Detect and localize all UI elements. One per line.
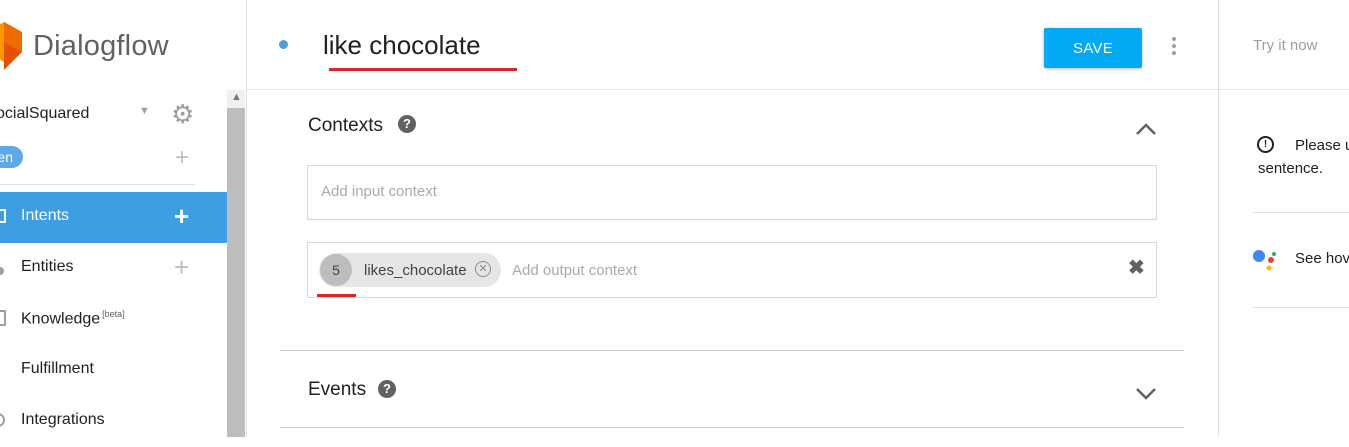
close-icon[interactable]: ✖ [1128,258,1145,278]
remove-context-icon[interactable]: ✕ [475,261,491,277]
section-divider [280,427,1184,428]
sidebar-item-label: Fulfillment [21,360,94,377]
sidebar-item-entities[interactable]: Entities + [0,243,227,294]
sidebar-item-label: Knowledge [beta] [21,309,125,328]
dialogflow-logo-icon [0,22,22,70]
scroll-up-icon[interactable]: ▲ [231,91,242,103]
save-button[interactable]: SAVE [1044,28,1142,68]
add-language-icon[interactable]: + [175,146,189,170]
input-context-field[interactable] [321,183,1021,200]
chevron-down-icon[interactable] [1135,387,1157,401]
divider [0,184,195,185]
sidebar-item-knowledge[interactable]: Knowledge [beta] [0,294,227,345]
language-badge[interactable]: en [0,146,23,168]
sidebar-item-fulfillment[interactable]: Fulfillment [0,345,227,396]
knowledge-label: Knowledge [21,310,101,328]
annotation-underline [317,294,356,297]
contexts-section-title[interactable]: Contexts [308,115,383,137]
divider [1252,212,1349,213]
context-lifespan-count[interactable]: 5 [320,254,352,286]
hint-text: Please u [1295,137,1349,154]
annotation-underline [329,68,517,71]
input-context-box [307,165,1157,220]
sidebar-item-label: Entities [21,258,74,275]
see-how-link[interactable]: See hov [1295,250,1349,267]
intents-icon [0,209,6,223]
help-circle-icon[interactable]: ? [398,115,416,133]
add-entity-icon[interactable]: + [174,254,189,280]
section-divider [280,350,1184,351]
sidebar-item-integrations[interactable]: Integrations [0,396,227,447]
chevron-up-icon[interactable] [1135,122,1157,136]
info-icon: ! [1257,136,1274,153]
help-circle-icon[interactable]: ? [378,380,396,398]
chevron-down-icon[interactable]: ▼ [139,105,150,117]
try-it-now-input[interactable]: Try it now [1253,37,1317,54]
language-label: en [0,149,13,165]
knowledge-icon [0,310,6,326]
gear-icon[interactable]: ⚙ [171,101,194,127]
output-context-chip[interactable]: 5 likes_chocolate ✕ [319,253,501,287]
agent-selector[interactable]: ocialSquared [0,105,89,123]
beta-badge: [beta] [102,309,125,319]
entities-icon [0,267,4,275]
output-context-field[interactable] [512,262,1012,279]
context-name: likes_chocolate [364,262,467,279]
integrations-icon [0,413,5,427]
add-intent-icon[interactable]: + [174,203,189,229]
intent-name-input[interactable]: like chocolate [323,30,481,61]
sidebar-item-label: Intents [21,207,70,224]
output-context-box: 5 likes_chocolate ✕ ✖ [307,242,1157,298]
app-logo-text: Dialogflow [33,30,169,62]
divider [1252,307,1349,308]
events-section-title[interactable]: Events [308,379,366,401]
hint-text-continued: sentence. [1258,160,1324,177]
scrollbar-thumb[interactable] [227,108,245,437]
divider [1219,89,1349,90]
google-assistant-icon [1253,250,1276,271]
sidebar-item-intents[interactable]: Intents + [0,192,227,243]
more-vert-icon[interactable] [1166,34,1182,58]
test-console-panel [1218,0,1349,437]
sidebar-item-label: Integrations [21,411,105,428]
status-dot [279,40,288,49]
